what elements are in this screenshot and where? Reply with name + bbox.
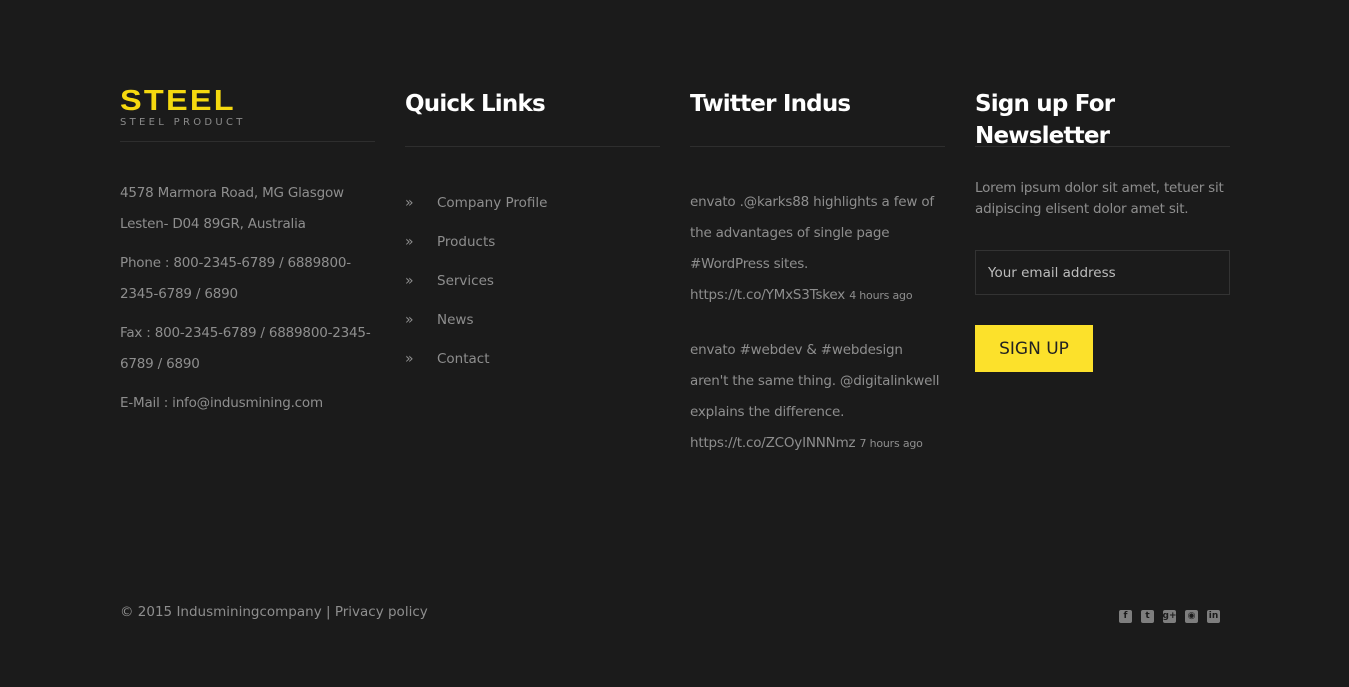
logo[interactable]: STEEL STEEL PRODUCT — [120, 87, 375, 130]
google-plus-icon[interactable]: g+ — [1163, 610, 1177, 623]
quick-links-list: » Company Profile » Products » Services » Ne… — [405, 183, 660, 378]
address-line-2: Lesten- D04 89GR, Australia — [120, 216, 306, 232]
address-line-1: 4578 Marmora Road, MG Glasgow — [120, 185, 344, 201]
email-input[interactable] — [975, 250, 1230, 295]
quick-link-news[interactable]: » News — [405, 300, 660, 339]
contact-column: STEEL STEEL PRODUCT 4578 Marmora Road, M… — [120, 87, 375, 427]
fax: Fax : 800-2345-6789 / 6889800-2345-6789 … — [120, 325, 371, 372]
twitter-title: Twitter Indus — [690, 91, 851, 117]
double-chevron-right-icon: » — [405, 233, 414, 250]
quick-link-products[interactable]: » Products — [405, 222, 660, 261]
quick-links-column: Quick Links » Company Profile » Products »… — [405, 88, 660, 378]
quick-link-contact[interactable]: » Contact — [405, 339, 660, 378]
social-links: f t g+ ◉ in — [1119, 610, 1220, 623]
quick-link-label[interactable]: Products — [437, 234, 495, 250]
tweet-list: envato .@karks88 highlights a few of the… — [690, 187, 945, 459]
quick-link-company-profile[interactable]: » Company Profile — [405, 183, 660, 222]
double-chevron-right-icon: » — [405, 311, 414, 328]
quick-link-label[interactable]: Contact — [437, 351, 490, 367]
tweet-text: envato #webdev & #webdesign aren't the s… — [690, 342, 940, 420]
double-chevron-right-icon: » — [405, 272, 414, 289]
linkedin-icon[interactable]: in — [1207, 610, 1220, 623]
email[interactable]: E-Mail : info@indusmining.com — [120, 388, 375, 419]
tweet: envato .@karks88 highlights a few of the… — [690, 187, 945, 311]
contact-info: 4578 Marmora Road, MG Glasgow Lesten- D0… — [120, 178, 375, 419]
tweet-link[interactable]: https://t.co/YMxS3Tskex — [690, 287, 845, 303]
tweet-time: 4 hours ago — [849, 289, 913, 302]
tweet: envato #webdev & #webdesign aren't the s… — [690, 335, 945, 459]
double-chevron-right-icon: » — [405, 350, 414, 367]
quick-link-label[interactable]: Company Profile — [437, 195, 548, 211]
sign-up-button[interactable]: SIGN UP — [975, 325, 1093, 372]
double-chevron-right-icon: » — [405, 194, 414, 211]
quick-link-label[interactable]: News — [437, 312, 473, 328]
newsletter-column: Sign up For Newsletter Lorem ipsum dolor… — [975, 88, 1230, 372]
quick-link-label[interactable]: Services — [437, 273, 494, 289]
rss-icon[interactable]: ◉ — [1185, 610, 1198, 623]
phone: Phone : 800-2345-6789 / 6889800-2345-678… — [120, 255, 351, 302]
footer: STEEL STEEL PRODUCT 4578 Marmora Road, M… — [0, 0, 1349, 687]
newsletter-title: Sign up For Newsletter — [975, 91, 1115, 149]
divider — [405, 146, 660, 147]
twitter-icon[interactable]: t — [1141, 610, 1154, 623]
quick-links-title: Quick Links — [405, 91, 546, 117]
logo-sub-text: STEEL PRODUCT — [120, 117, 246, 128]
logo-main-text: STEEL — [120, 85, 236, 117]
newsletter-description: Lorem ipsum dolor sit amet, tetuer sit a… — [975, 180, 1224, 217]
twitter-column: Twitter Indus envato .@karks88 highlight… — [690, 88, 945, 483]
address: 4578 Marmora Road, MG Glasgow Lesten- D0… — [120, 178, 375, 240]
tweet-time: 7 hours ago — [859, 437, 923, 450]
quick-link-services[interactable]: » Services — [405, 261, 660, 300]
divider — [120, 141, 375, 142]
copyright: © 2015 Indusminingcompany | Privacy poli… — [120, 604, 428, 620]
tweet-link[interactable]: https://t.co/ZCOyINNNmz — [690, 435, 856, 451]
facebook-icon[interactable]: f — [1119, 610, 1132, 623]
divider — [690, 146, 945, 147]
tweet-text: envato .@karks88 highlights a few of the… — [690, 194, 934, 272]
